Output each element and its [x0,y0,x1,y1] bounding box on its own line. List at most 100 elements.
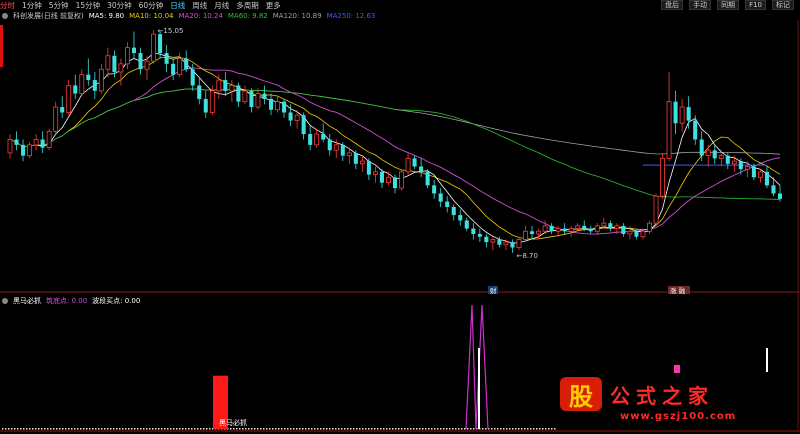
candle-body [640,230,646,238]
baseline-dot [77,428,79,430]
baseline-dot [554,428,556,430]
baseline-dot [236,428,238,430]
baseline-dot [404,428,406,430]
baseline-dot [305,428,307,430]
candle-body [523,230,528,240]
candle-body [614,225,620,229]
candle-body [451,206,456,216]
candle-body [112,55,117,72]
baseline-dot [296,428,298,430]
baseline-dot [5,428,7,430]
baseline-dot [260,428,262,430]
baseline-dot [59,428,61,430]
candle-body [438,193,443,202]
baseline-dot [386,428,388,430]
baseline-dot [83,428,85,430]
baseline-dot [413,428,415,430]
baseline-dot [128,428,130,430]
watermark-logo: 股 公式之家 [560,377,714,411]
candle-body [151,33,156,62]
baseline-dot [473,428,475,430]
baseline-dot [464,428,466,430]
candle-body [262,93,267,99]
baseline-dot [275,428,277,430]
candle-body [79,74,85,94]
candle-body [458,215,463,221]
candle-body [255,93,261,108]
baseline-dot [503,428,505,430]
baseline-dot [518,428,520,430]
baseline-dot [149,428,151,430]
candle-body [366,161,371,175]
baseline-dot [308,428,310,430]
baseline-dot [452,428,454,430]
baseline-dot [278,428,280,430]
baseline-dot [182,428,184,430]
candle-body [379,171,384,183]
baseline-dot [44,428,46,430]
baseline-dot [398,428,400,430]
baseline-dot [143,428,145,430]
candle-body [594,225,600,232]
candle-body [568,228,574,232]
baseline-dot [134,428,136,430]
baseline-dot [293,428,295,430]
baseline-dot [179,428,181,430]
candle-body [582,225,587,229]
logo-char: 股 [560,377,602,411]
candle-body [490,238,496,243]
baseline-dot [461,428,463,430]
baseline-dot [155,428,157,430]
candle-body [33,139,39,146]
baseline-dot [419,428,421,430]
baseline-dot [485,428,487,430]
baseline-dot [332,428,334,430]
candle-body [333,144,339,151]
candle-body [530,231,535,234]
baseline-dot [206,428,208,430]
candle-body [203,98,208,113]
baseline-dot [530,428,532,430]
candle-body [497,239,502,245]
candle-body [386,176,391,184]
baseline-dot [521,428,523,430]
baseline-dot [29,428,31,430]
candle-body [503,241,509,246]
baseline-dot [101,428,103,430]
candle-body [223,80,228,91]
candle-body [705,149,711,157]
candle-body [425,171,430,186]
candle-body [327,139,332,151]
candle-body [419,166,424,172]
baseline-dot [302,428,304,430]
baseline-dot [140,428,142,430]
signal-label: 黑马必抓 [219,418,247,427]
baseline-dot [173,428,175,430]
baseline-dot [110,428,112,430]
candle-body [66,85,72,113]
baseline-dot [113,428,115,430]
baseline-dot [341,428,343,430]
baseline-dot [491,428,493,430]
candle-body [275,101,280,111]
candle-body [60,107,65,113]
candle-body [53,106,59,132]
candle-body [484,236,489,243]
baseline-dot [239,428,241,430]
candle-body [575,225,581,229]
baseline-dot [542,428,544,430]
ma20-line [133,67,781,235]
baseline-dot [359,428,361,430]
baseline-dot [500,428,502,430]
candle-body [392,177,398,189]
baseline-dot [389,428,391,430]
kline-chart[interactable]: ←15.05 ←8.70 财 涨 融黑马必抓 [0,0,800,434]
baseline-dot [65,428,67,430]
baseline-dot [185,428,187,430]
candle-body [7,139,13,154]
signal-spike-zhudi [465,304,489,430]
baseline-dot [392,428,394,430]
baseline-dot [254,428,256,430]
baseline-dot [50,428,52,430]
candle-body [282,101,287,113]
